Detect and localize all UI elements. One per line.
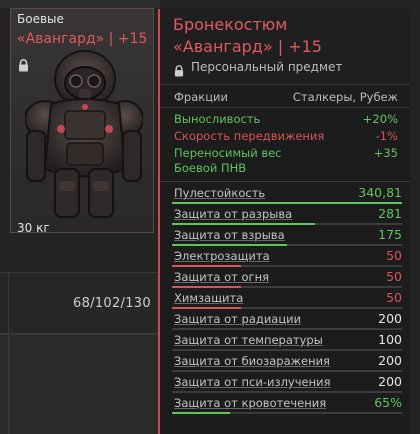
stat-row: Защита от радиации 200	[172, 310, 402, 331]
stat-label: Пулестойкость	[174, 186, 266, 200]
item-card[interactable]: Боевые «Авангард» | +15 30 кг	[10, 8, 154, 235]
bonus-label: Переносимый вес	[174, 146, 282, 160]
stat-value: 50	[386, 290, 402, 305]
stat-label: Защита от температуры	[174, 333, 323, 347]
inventory-counter: 68/102/130	[73, 296, 151, 311]
stat-row: Защита от взрыва 175	[172, 226, 402, 247]
stat-bar-track	[172, 286, 402, 288]
stat-row: Защита от кровотечения 65%	[172, 394, 402, 415]
stat-label: Защита от взрыва	[174, 228, 285, 242]
stat-bar-track	[172, 307, 402, 309]
item-weight: 30 кг	[17, 221, 50, 235]
stat-label: Защита от биозаражения	[174, 354, 330, 368]
inventory-slot-row-2[interactable]	[0, 334, 160, 434]
factions-value: Сталкеры, Рубеж	[292, 90, 398, 104]
stat-bar-fill	[172, 223, 315, 225]
stat-bar-track	[172, 223, 402, 225]
bonus-label: Выносливость	[174, 112, 261, 126]
stat-bar-track	[172, 265, 402, 267]
stat-bar-fill	[172, 244, 287, 246]
stat-row: Защита от температуры 100	[172, 331, 402, 352]
stat-label: Защита от кровотечения	[174, 396, 327, 410]
stat-bar-track	[172, 412, 402, 414]
lock-icon	[174, 62, 184, 81]
stat-row: Защита от пси-излучения 200	[172, 373, 402, 394]
stat-row: Химзащита 50	[172, 289, 402, 310]
stat-bar-track	[172, 244, 402, 246]
stat-value: 175	[378, 227, 402, 242]
stat-bar-track	[172, 370, 402, 372]
personal-item-label: Персональный предмет	[191, 60, 343, 74]
stat-bar-fill	[172, 307, 241, 309]
bonus-label: Скорость передвижения	[174, 129, 325, 143]
stat-row: Пулестойкость 340,81	[172, 184, 402, 205]
inventory-top-strip	[0, 0, 160, 8]
stat-value: 50	[386, 248, 402, 263]
stat-value: 65%	[374, 395, 402, 410]
stat-bar-track	[172, 391, 402, 393]
stat-bar-fill	[172, 286, 241, 288]
bonus-value: -1%	[375, 129, 398, 143]
stat-value: 100	[378, 332, 402, 347]
stat-label: Защита от огня	[174, 270, 270, 284]
separator	[160, 107, 410, 108]
stat-bar-fill	[172, 265, 241, 267]
stat-value: 340,81	[358, 185, 402, 200]
stat-value: 200	[378, 353, 402, 368]
tooltip-title-name: «Авангард» | +15	[173, 37, 322, 56]
stat-row: Электрозащита 50	[172, 247, 402, 268]
item-category: Боевые	[17, 12, 64, 26]
bonus-label: Боевой ПНВ	[174, 161, 247, 175]
stat-row: Защита от биозаражения 200	[172, 352, 402, 373]
separator	[160, 181, 410, 182]
stat-bar-track	[172, 349, 402, 351]
separator	[160, 84, 410, 85]
stat-label: Химзащита	[174, 291, 244, 305]
stat-bar-fill	[172, 202, 402, 204]
stat-bar-fill	[172, 412, 230, 414]
item-name: «Авангард» | +15	[17, 31, 148, 47]
inventory-divider	[8, 272, 9, 434]
stat-label: Защита от пси-излучения	[174, 375, 331, 389]
stat-value: 200	[378, 311, 402, 326]
armor-suit-image	[24, 49, 144, 223]
factions-label: Фракции	[174, 90, 228, 104]
item-tooltip: Бронекостюм «Авангард» | +15 Персональны…	[158, 9, 410, 434]
stat-label: Защита от радиации	[174, 312, 302, 326]
bonus-value: +35	[373, 146, 398, 160]
stat-value: 50	[386, 269, 402, 284]
stat-bar-track	[172, 202, 402, 204]
stat-label: Электрозащита	[174, 249, 270, 263]
stat-value: 281	[378, 206, 402, 221]
stat-bar-track	[172, 328, 402, 330]
bonus-value: +20%	[362, 112, 398, 126]
stat-label: Защита от разрыва	[174, 207, 293, 221]
stat-row: Защита от разрыва 281	[172, 205, 402, 226]
stat-row: Защита от огня 50	[172, 268, 402, 289]
tooltip-title-type: Бронекостюм	[173, 15, 288, 34]
stat-value: 200	[378, 374, 402, 389]
